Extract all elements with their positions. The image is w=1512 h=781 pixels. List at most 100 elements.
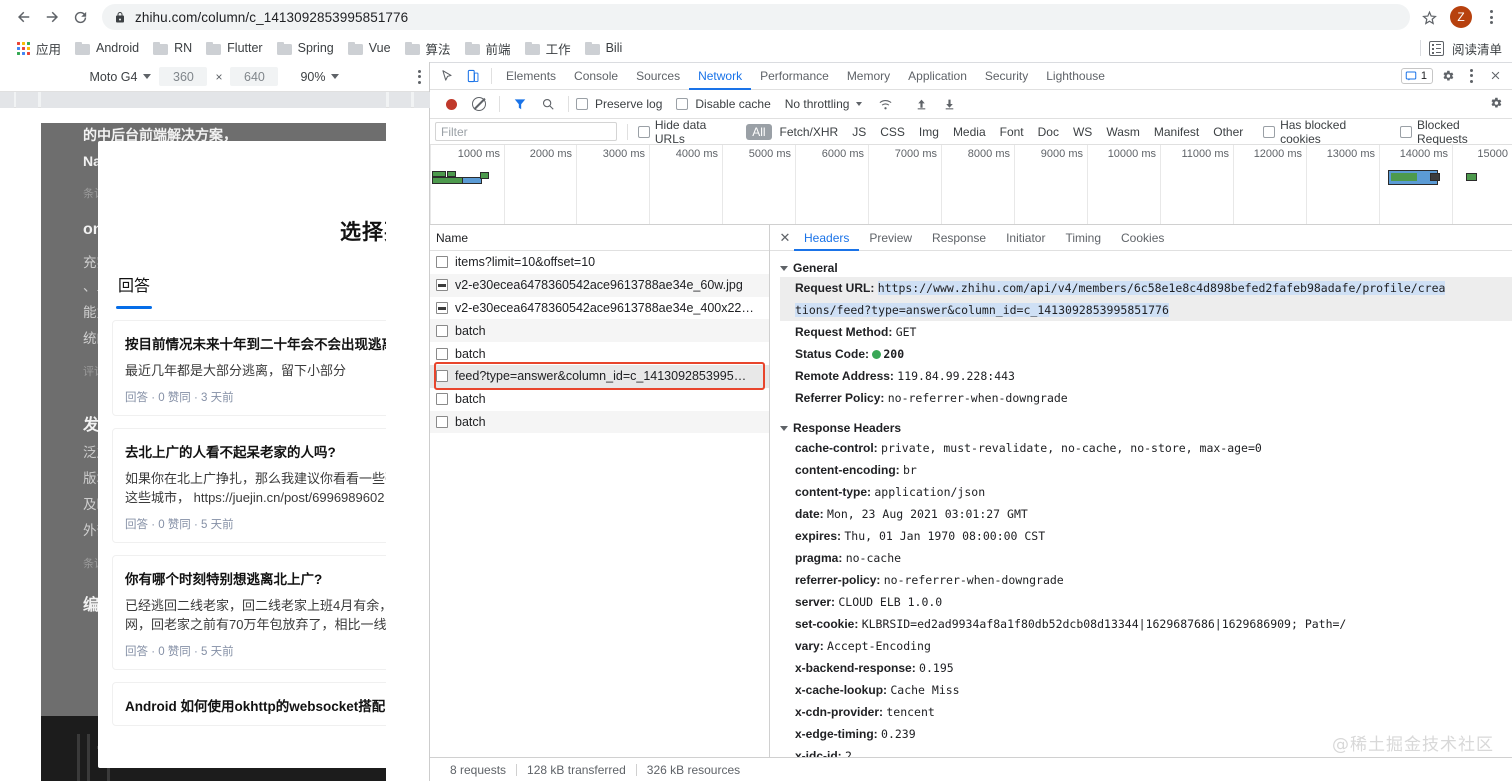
filter-type-css[interactable]: CSS bbox=[874, 124, 911, 140]
preserve-log-label[interactable]: Preserve log bbox=[595, 97, 662, 111]
chevron-down-icon[interactable] bbox=[780, 265, 788, 271]
avatar[interactable]: Z bbox=[1450, 6, 1472, 28]
filter-type-media[interactable]: Media bbox=[947, 124, 992, 140]
table-row[interactable]: batch bbox=[430, 410, 769, 434]
bookmark-apps[interactable]: 应用 bbox=[10, 36, 68, 61]
preserve-log-checkbox[interactable] bbox=[576, 98, 588, 110]
bookmark-android[interactable]: Android bbox=[68, 38, 146, 58]
disable-cache-label[interactable]: Disable cache bbox=[695, 97, 770, 111]
bookmark-gongzuo[interactable]: 工作 bbox=[518, 36, 578, 61]
bookmark-flutter[interactable]: Flutter bbox=[199, 38, 269, 58]
tab-application[interactable]: Application bbox=[899, 62, 976, 90]
list-item[interactable]: 去北上广的人看不起呆老家的人吗? 如果你在北上广挣扎，那么我建议你看看一些强 这… bbox=[112, 428, 386, 543]
message-count-badge[interactable]: 1 bbox=[1400, 67, 1433, 84]
tab-cookies[interactable]: Cookies bbox=[1111, 225, 1174, 251]
hide-data-urls-checkbox[interactable] bbox=[638, 125, 650, 138]
reading-list-button[interactable]: 阅读清单 bbox=[1419, 39, 1502, 58]
general-section-title[interactable]: General bbox=[780, 261, 1512, 275]
address-bar[interactable]: zhihu.com/column/c_1413092853995851776 bbox=[102, 4, 1410, 30]
network-settings-icon[interactable] bbox=[1489, 96, 1503, 113]
table-row[interactable]: batch bbox=[430, 388, 769, 411]
tab-network[interactable]: Network bbox=[689, 62, 751, 90]
filter-funnel-icon[interactable] bbox=[507, 92, 533, 116]
tab-performance[interactable]: Performance bbox=[751, 62, 838, 90]
zoom-selector[interactable]: 90% bbox=[294, 68, 345, 86]
filter-type-font[interactable]: Font bbox=[994, 124, 1030, 140]
tab-sources[interactable]: Sources bbox=[627, 62, 689, 90]
blocked-requests-checkbox[interactable]: Blocked Requests bbox=[1400, 118, 1512, 146]
request-list-header[interactable]: Name bbox=[430, 225, 769, 251]
tab-initiator[interactable]: Initiator bbox=[996, 225, 1055, 251]
search-icon[interactable] bbox=[535, 92, 561, 116]
bookmark-vue[interactable]: Vue bbox=[341, 38, 398, 58]
filter-type-other[interactable]: Other bbox=[1207, 124, 1249, 140]
headers-content[interactable]: General Request URL: https://www.zhihu.c… bbox=[770, 251, 1512, 757]
chevron-down-icon[interactable] bbox=[780, 425, 788, 431]
table-row[interactable]: feed?type=answer&column_id=c_14130928539… bbox=[430, 364, 769, 388]
more-options-icon[interactable] bbox=[418, 69, 421, 84]
list-item[interactable]: 按目前情况未来十年到二十年会不会出现逃离北 最近几年都是大部分逃离，留下小部分 … bbox=[112, 320, 386, 416]
collect-modal[interactable]: 选择要收 回答 文 按目前情况未来十年到二十年会不会出现逃离北 最近几年都是大部… bbox=[98, 141, 386, 768]
checkbox-box[interactable] bbox=[1263, 125, 1276, 138]
has-blocked-cookies-checkbox[interactable]: Has blocked cookies bbox=[1263, 118, 1388, 146]
device-selector[interactable]: Moto G4 bbox=[84, 68, 158, 86]
inspect-element-icon[interactable] bbox=[434, 64, 460, 88]
tab-preview[interactable]: Preview bbox=[859, 225, 922, 251]
list-item[interactable]: 你有哪个时刻特别想逃离北上广? 已经逃回二线老家，回二线老家上班4月有余， 网，… bbox=[112, 555, 386, 670]
filter-type-wasm[interactable]: Wasm bbox=[1100, 124, 1146, 140]
request-rows[interactable]: items?limit=10&offset=10 v2-e30ecea64783… bbox=[430, 251, 769, 757]
star-icon[interactable] bbox=[1416, 4, 1442, 30]
bookmark-bili[interactable]: Bili bbox=[578, 38, 630, 58]
viewport-width-input[interactable]: 360 bbox=[159, 67, 208, 86]
clear-icon[interactable] bbox=[466, 92, 492, 116]
tab-headers[interactable]: Headers bbox=[794, 225, 859, 251]
disable-cache-checkbox[interactable] bbox=[676, 98, 689, 110]
tab-elements[interactable]: Elements bbox=[497, 62, 565, 90]
tab-memory[interactable]: Memory bbox=[838, 62, 899, 90]
filter-type-doc[interactable]: Doc bbox=[1032, 124, 1065, 140]
filter-type-ws[interactable]: WS bbox=[1067, 124, 1098, 140]
bookmark-rn[interactable]: RN bbox=[146, 38, 199, 58]
filter-type-js[interactable]: JS bbox=[846, 124, 872, 140]
more-options-icon[interactable] bbox=[1463, 68, 1480, 83]
table-row[interactable]: v2-e30ecea6478360542ace9613788ae34e_400x… bbox=[430, 297, 769, 320]
chrome-menu-icon[interactable] bbox=[1480, 10, 1502, 24]
response-headers-section-title[interactable]: Response Headers bbox=[780, 421, 1512, 435]
tab-console[interactable]: Console bbox=[565, 62, 627, 90]
throttling-selector[interactable]: No throttling bbox=[785, 97, 863, 111]
filter-type-fetch-xhr[interactable]: Fetch/XHR bbox=[774, 124, 845, 140]
table-row[interactable]: batch bbox=[430, 319, 769, 343]
import-har-icon[interactable] bbox=[908, 92, 934, 116]
list-item[interactable]: Android 如何使用okhttp的websocket搭配pro bbox=[112, 682, 386, 726]
hide-data-urls-label[interactable]: Hide data URLs bbox=[655, 118, 738, 146]
record-stop-icon[interactable] bbox=[438, 92, 464, 116]
tab-response[interactable]: Response bbox=[922, 225, 996, 251]
table-row[interactable]: batch bbox=[430, 342, 769, 365]
checkbox-box[interactable] bbox=[1400, 125, 1412, 138]
network-overview-timeline[interactable]: 1000 ms 2000 ms 3000 ms 4000 ms 5000 ms … bbox=[430, 145, 1512, 225]
gear-icon[interactable] bbox=[1435, 64, 1461, 88]
tab-timing[interactable]: Timing bbox=[1055, 225, 1111, 251]
tab-security[interactable]: Security bbox=[976, 62, 1037, 90]
close-icon[interactable] bbox=[1482, 64, 1508, 88]
filter-type-manifest[interactable]: Manifest bbox=[1148, 124, 1205, 140]
export-har-icon[interactable] bbox=[936, 92, 962, 116]
device-toolbar-icon[interactable] bbox=[460, 64, 486, 88]
filter-type-all[interactable]: All bbox=[746, 123, 772, 140]
reload-icon[interactable] bbox=[66, 3, 94, 31]
device-viewport[interactable]: 的中后台前端解决方案， Naive Ui 组件设计和开发 条计 on 充实 、三… bbox=[41, 123, 386, 781]
forward-arrow-icon[interactable] bbox=[38, 3, 66, 31]
close-icon[interactable]: ✕ bbox=[776, 229, 794, 247]
viewport-height-input[interactable]: 640 bbox=[230, 67, 279, 86]
bookmark-suanfa[interactable]: 算法 bbox=[398, 36, 458, 61]
bookmark-qianduan[interactable]: 前端 bbox=[458, 36, 518, 61]
tab-answers[interactable]: 回答 bbox=[115, 272, 153, 309]
back-arrow-icon[interactable] bbox=[10, 3, 38, 31]
bookmark-spring[interactable]: Spring bbox=[270, 38, 341, 58]
filter-input[interactable]: Filter bbox=[435, 122, 618, 141]
table-row[interactable]: v2-e30ecea6478360542ace9613788ae34e_60w.… bbox=[430, 273, 769, 297]
tab-lighthouse[interactable]: Lighthouse bbox=[1037, 62, 1114, 90]
filter-type-img[interactable]: Img bbox=[913, 124, 945, 140]
table-row[interactable]: items?limit=10&offset=10 bbox=[430, 251, 769, 274]
network-conditions-icon[interactable] bbox=[872, 92, 898, 116]
